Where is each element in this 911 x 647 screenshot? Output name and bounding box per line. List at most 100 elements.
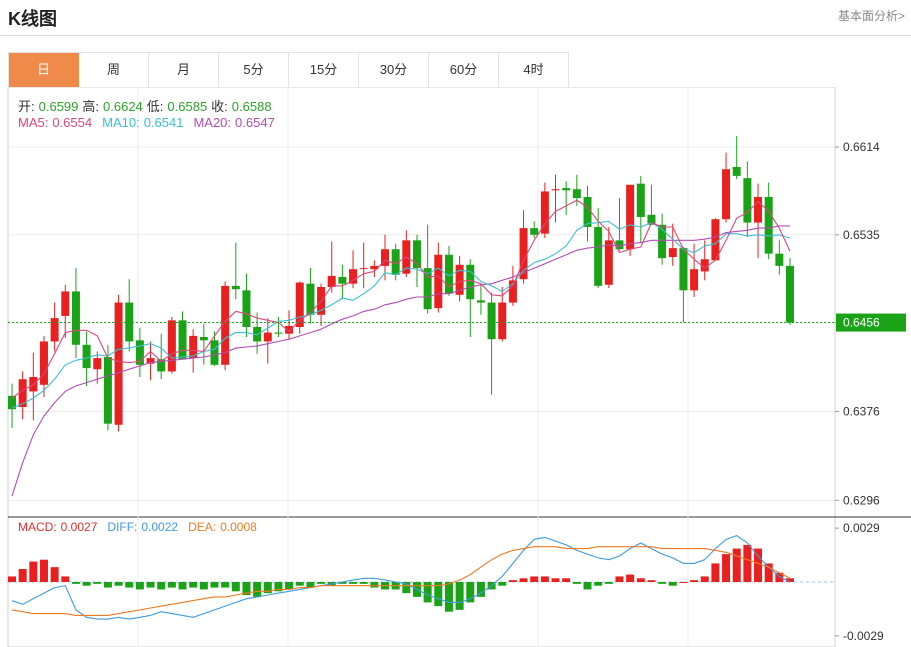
macd-bar [61, 576, 70, 582]
candle-body [82, 344, 91, 369]
macd-bar [167, 582, 176, 588]
tab-period-7[interactable]: 4时 [499, 53, 569, 87]
ma20-line [11, 225, 790, 497]
ohlc-label: 低: [146, 99, 164, 114]
macd-bar [8, 576, 16, 582]
candle-body [722, 169, 731, 220]
tab-period-3[interactable]: 5分 [219, 53, 289, 87]
candle-body [487, 302, 496, 340]
macd-bar [444, 582, 453, 612]
macd-tick-label: 0.0029 [843, 521, 880, 535]
macd-bar [178, 582, 187, 590]
ohlc-label: 收: [211, 99, 228, 114]
candle-body [476, 300, 485, 303]
candle-body [732, 167, 741, 176]
candle-body [231, 285, 240, 290]
candle-body [93, 358, 102, 370]
candle-body [167, 320, 176, 372]
macd-bar [668, 582, 677, 586]
tab-period-5[interactable]: 30分 [359, 53, 429, 87]
candle-body [178, 320, 187, 360]
ma-value: 0.6554 [52, 115, 93, 130]
candle-body [274, 332, 283, 334]
price-tick-label: 0.6376 [843, 404, 880, 418]
fundamental-analysis-link[interactable]: 基本面分析> [838, 7, 905, 24]
macd-bar [626, 574, 635, 582]
macd-bar [700, 576, 709, 582]
candle-body [434, 254, 443, 309]
tab-period-0[interactable]: 日 [9, 53, 79, 87]
ma5-line [11, 199, 791, 399]
macd-bar [71, 582, 80, 584]
candle-body [39, 341, 48, 385]
macd-bar [221, 582, 230, 588]
ma-label: MA20: [193, 115, 232, 130]
candle-body [679, 248, 688, 291]
candle-body [210, 340, 219, 365]
candle-body [61, 291, 70, 316]
candle-body [125, 302, 134, 342]
tab-period-2[interactable]: 月 [149, 53, 219, 87]
macd-info-value: 0.0027 [60, 520, 98, 534]
macd-bar [551, 578, 560, 582]
macd-bar [562, 578, 571, 582]
macd-bar [722, 554, 731, 582]
macd-info-label: MACD: [18, 520, 57, 534]
macd-info-value: 0.0008 [220, 520, 257, 534]
macd-bar [572, 582, 581, 584]
macd-bar [285, 582, 294, 590]
tab-period-4[interactable]: 15分 [289, 53, 359, 87]
header: K线图 基本面分析> [0, 0, 911, 36]
macd-bar [658, 582, 667, 584]
macd-bar [114, 582, 123, 586]
macd-bar [594, 582, 603, 586]
ohlc-value: 0.6624 [103, 99, 143, 114]
macd-bar [29, 561, 38, 582]
price-tick-label: 0.6296 [843, 493, 880, 507]
kline-chart[interactable]: 0.6614 0.6535 0.6456 0.6376 0.6296 0.0029 -0.0… [0, 87, 911, 647]
chart-frame [7, 87, 836, 647]
macd-bar [146, 582, 155, 588]
candle-body [775, 253, 784, 266]
ohlc-label: 开: [18, 99, 35, 114]
candle-body [103, 357, 112, 424]
macd-bar [519, 578, 528, 582]
candle-body [786, 265, 794, 323]
macd-bar [636, 578, 645, 582]
macd-bar [135, 582, 144, 590]
macd-bar [690, 580, 699, 582]
candle-body [498, 302, 507, 340]
candle-body [572, 189, 581, 199]
candle-body [71, 291, 80, 345]
ohlc-label: 高: [82, 99, 100, 114]
macd-bar [295, 582, 304, 586]
macd-bar [498, 582, 507, 586]
candle-body [626, 184, 635, 250]
candle-body [338, 277, 347, 284]
macd-bar [647, 580, 656, 582]
macd-bar [604, 582, 613, 584]
macd-tick-label: -0.0029 [843, 629, 884, 643]
macd-bar [359, 582, 368, 584]
candle-body [636, 183, 645, 217]
candle-body [604, 240, 613, 285]
macd-bar [317, 582, 326, 584]
ma-label: MA10: [102, 115, 140, 130]
candle-body [551, 189, 560, 191]
last-price-label: 0.6456 [843, 316, 880, 330]
candle-body [594, 227, 603, 286]
ohlc-value: 0.6599 [38, 99, 79, 114]
candle-body [583, 197, 592, 227]
macd-bar [50, 567, 59, 582]
candle-body [668, 248, 677, 257]
macd-bar [732, 548, 741, 582]
period-tabs: 日周月 5分 15分 30分 60分 4时 [8, 52, 569, 87]
candle-body [743, 178, 752, 223]
tab-period-6[interactable]: 60分 [429, 53, 499, 87]
tab-period-1[interactable]: 周 [79, 53, 149, 87]
macd-bar [455, 582, 464, 610]
macd-bar [39, 559, 48, 582]
candle-body [466, 264, 475, 300]
candle-body [50, 318, 59, 342]
ma-readout: MA5: 0.6554 MA10: 0.6541 MA20: 0.6547 [18, 115, 285, 130]
